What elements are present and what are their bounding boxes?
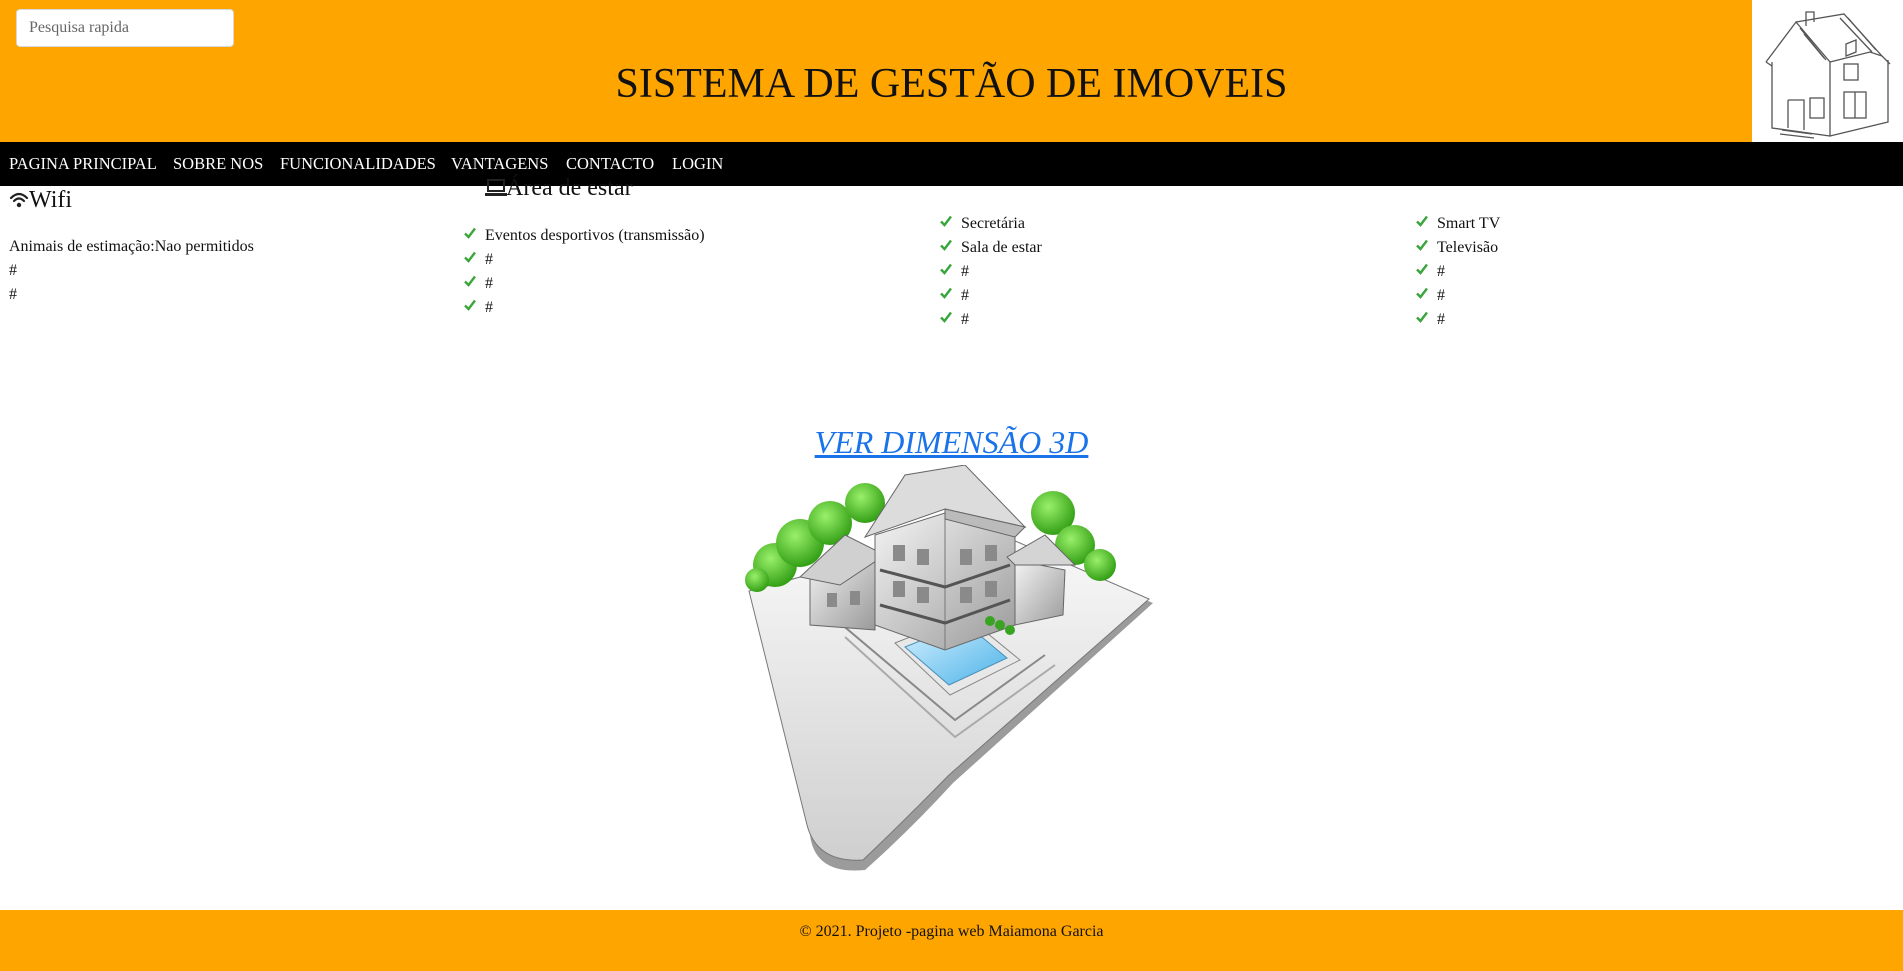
- list-item: #: [485, 251, 493, 268]
- feature-title: Wifi: [29, 187, 73, 213]
- check-icon: [940, 287, 952, 299]
- list-item: #: [961, 287, 969, 304]
- list-item: #: [485, 299, 493, 316]
- list-item: #: [9, 286, 17, 303]
- check-icon: [940, 263, 952, 275]
- list-item: #: [961, 311, 969, 328]
- check-icon: [1416, 311, 1428, 323]
- house-sketch-icon: [1765, 11, 1891, 139]
- nav-item-pagina-principal[interactable]: PAGINA PRINCIPAL: [9, 142, 157, 186]
- list-item: Eventos desportivos (transmissão): [485, 227, 705, 244]
- list-item: Secretária: [961, 215, 1025, 232]
- list-item: #: [1437, 287, 1445, 304]
- check-icon: [940, 239, 952, 251]
- list-item: #: [485, 275, 493, 292]
- list-item: #: [1437, 311, 1445, 328]
- check-icon: [1416, 287, 1428, 299]
- list-item: Sala de estar: [961, 239, 1042, 256]
- house-3d-illustration: [745, 465, 1153, 871]
- list-item: Televisão: [1437, 239, 1499, 256]
- list-item: #: [9, 262, 17, 279]
- check-icon: [940, 311, 952, 323]
- check-icon: [464, 275, 476, 287]
- list-item: Smart TV: [1437, 215, 1501, 232]
- check-icon: [1416, 239, 1428, 251]
- check-icon: [940, 215, 952, 227]
- check-icon: [464, 299, 476, 311]
- check-icon: [464, 251, 476, 263]
- wifi-icon: [9, 192, 29, 208]
- check-icon: [1416, 263, 1428, 275]
- check-icon: [464, 227, 476, 239]
- list-item: #: [961, 263, 969, 280]
- search-input[interactable]: [16, 9, 234, 47]
- laptop-icon: [485, 179, 507, 196]
- feature-title: Área de estar: [506, 175, 633, 201]
- header: SISTEMA DE GESTÃO DE IMOVEIS: [0, 0, 1903, 142]
- view-3d-link[interactable]: VER DIMENSÃO 3D: [815, 424, 1089, 460]
- page-title: SISTEMA DE GESTÃO DE IMOVEIS: [615, 61, 1288, 107]
- footer: © 2021. Projeto -pagina web Maiamona Gar…: [0, 910, 1903, 971]
- check-icon: [1416, 215, 1428, 227]
- list-item: Animais de estimação:Nao permitidos: [9, 238, 254, 255]
- nav-item-funcionalidades[interactable]: FUNCIONALIDADES: [280, 142, 436, 186]
- footer-copyright: © 2021. Projeto -pagina web Maiamona Gar…: [799, 923, 1104, 940]
- logo: [1752, 0, 1903, 142]
- list-item: #: [1437, 263, 1445, 280]
- view-3d-link-wrapper: VER DIMENSÃO 3D: [0, 422, 1903, 462]
- nav-item-login[interactable]: LOGIN: [672, 142, 723, 186]
- main-nav: PAGINA PRINCIPAL SOBRE NOS FUNCIONALIDAD…: [0, 142, 1903, 186]
- nav-item-sobre-nos[interactable]: SOBRE NOS: [173, 142, 263, 186]
